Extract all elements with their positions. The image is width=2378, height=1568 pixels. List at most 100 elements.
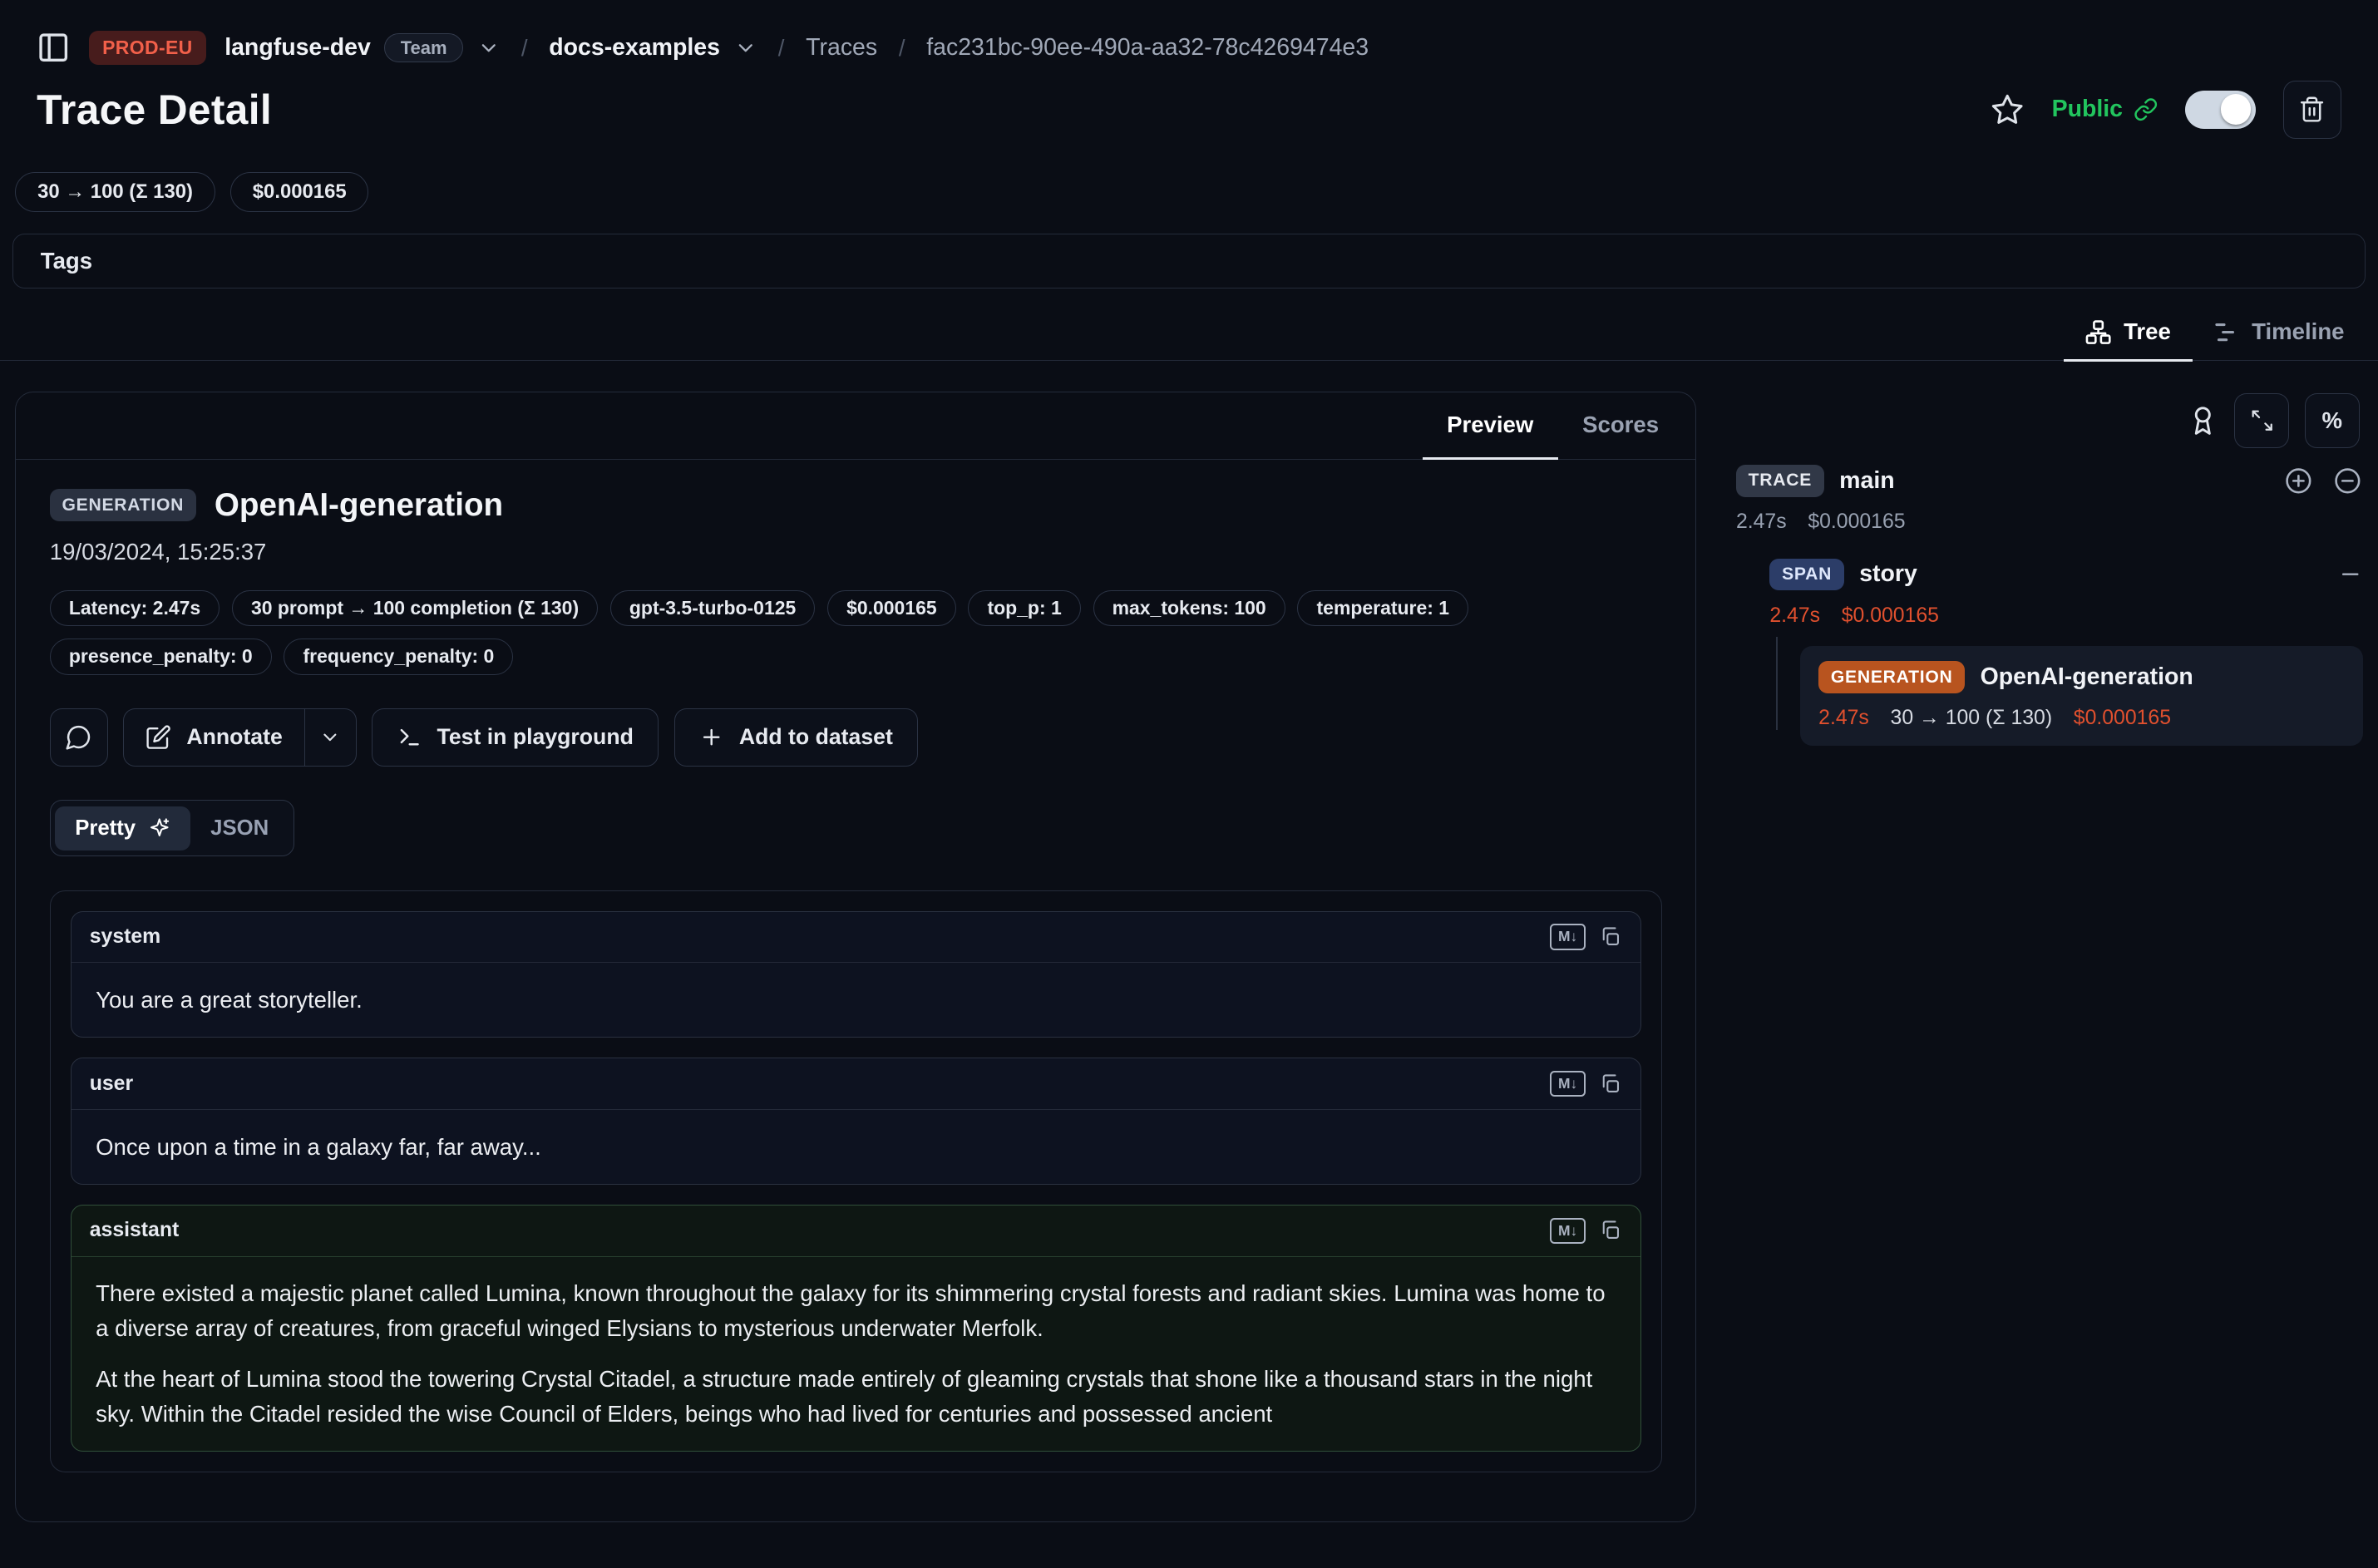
message-paragraph: Once upon a time in a galaxy far, far aw…: [96, 1130, 1616, 1164]
comment-icon: [65, 723, 92, 751]
message-role: assistant: [90, 1219, 180, 1242]
public-share-link[interactable]: Public: [2052, 96, 2158, 123]
copy-icon: [1599, 1219, 1622, 1242]
expand-all-button[interactable]: [2283, 466, 2314, 496]
message-content: You are a great storyteller.: [72, 963, 1640, 1037]
markdown-toggle-icon[interactable]: M↓: [1550, 1218, 1585, 1244]
tree-node-trace[interactable]: TRACE main: [1736, 465, 2363, 497]
tags-label: Tags: [41, 248, 92, 274]
trace-children: SPAN story 2.47s $0.000165: [1736, 559, 2363, 746]
annotate-button[interactable]: Annotate: [124, 709, 303, 766]
breadcrumb-traces-link[interactable]: Traces: [806, 34, 877, 62]
message-card-user: user M↓ Once upon a t: [71, 1058, 1641, 1185]
percent-icon: %: [2322, 407, 2343, 434]
org-name: langfuse-dev: [224, 34, 371, 62]
chevron-down-icon: [477, 37, 501, 60]
trace-metrics: 2.47s $0.000165: [1736, 510, 2363, 534]
message-header: assistant M↓: [72, 1206, 1640, 1257]
observation-timestamp: 19/03/2024, 15:25:37: [50, 539, 1662, 565]
collapse-all-button[interactable]: [2332, 466, 2363, 496]
sidebar-toggle-button[interactable]: [37, 31, 70, 64]
messages-container: system M↓ You are a g: [50, 890, 1662, 1472]
breadcrumb-trace-id: fac231bc-90ee-490a-aa32-78c4269474e3: [926, 34, 1369, 62]
copy-icon: [1599, 925, 1622, 949]
pen-square-icon: [146, 724, 171, 750]
trace-latency: 2.47s: [1736, 510, 1787, 534]
annotation-queue-button[interactable]: [2187, 404, 2219, 436]
star-trace-button[interactable]: [1991, 93, 2024, 126]
generation-badge: GENERATION: [1818, 661, 1965, 693]
expand-icon: [2250, 408, 2274, 432]
message-paragraph: At the heart of Lumina stood the towerin…: [96, 1362, 1616, 1431]
json-label: JSON: [210, 816, 269, 841]
link-icon: [2134, 97, 2158, 121]
presence-penalty-pill: presence_penalty: 0: [50, 639, 272, 675]
test-in-playground-button[interactable]: Test in playground: [372, 708, 659, 767]
comment-button[interactable]: [50, 708, 108, 767]
message-paragraph: You are a great storyteller.: [96, 983, 1616, 1017]
panel-body: GENERATION OpenAI-generation 19/03/2024,…: [16, 460, 1695, 1500]
cost-pill: $0.000165: [827, 590, 956, 627]
view-tabs: Tree Timeline: [0, 307, 2378, 361]
project-name: docs-examples: [549, 34, 720, 62]
message-role: system: [90, 925, 160, 949]
trace-tree-panel: % TRACE main: [1718, 392, 2363, 746]
tree-node-generation-selected[interactable]: GENERATION OpenAI-generation 2.47s 30 → …: [1800, 646, 2362, 746]
message-tools: M↓: [1550, 1071, 1621, 1097]
collapse-node-button[interactable]: [2338, 562, 2362, 586]
model-pill: gpt-3.5-turbo-0125: [610, 590, 815, 627]
expand-view-button[interactable]: [2234, 393, 2289, 448]
tab-scores[interactable]: Scores: [1558, 392, 1684, 461]
span-latency: 2.47s: [1769, 604, 1820, 628]
message-role: user: [90, 1072, 133, 1096]
span-children: GENERATION OpenAI-generation 2.47s 30 → …: [1769, 646, 2362, 746]
generation-tokens: 30 → 100 (Σ 130): [1891, 707, 2053, 730]
add-to-dataset-button[interactable]: Add to dataset: [674, 708, 919, 767]
markdown-toggle-icon[interactable]: M↓: [1550, 924, 1585, 949]
tree-guide-line: [1776, 637, 1778, 731]
format-pretty-segment[interactable]: Pretty: [55, 806, 190, 851]
tab-tree[interactable]: Tree: [2064, 307, 2192, 362]
token-usage-pill: 30 → 100 (Σ 130): [15, 172, 215, 212]
annotate-dropdown-button[interactable]: [304, 709, 356, 766]
breadcrumb-project-selector[interactable]: docs-examples: [549, 34, 757, 62]
minus-icon: [2338, 562, 2362, 586]
message-tools: M↓: [1550, 924, 1621, 949]
tab-preview[interactable]: Preview: [1423, 392, 1558, 461]
copy-button[interactable]: [1599, 1219, 1622, 1242]
tab-tree-label: Tree: [2124, 318, 2171, 345]
token-usage-pill: 30 prompt → 100 completion (Σ 130): [232, 590, 598, 627]
generation-cost: $0.000165: [2074, 707, 2171, 730]
tags-editor[interactable]: Tags: [12, 234, 2366, 288]
tab-preview-label: Preview: [1447, 412, 1533, 438]
copy-button[interactable]: [1599, 925, 1622, 949]
generation-latency: 2.47s: [1818, 707, 1869, 730]
span-cost: $0.000165: [1842, 604, 1939, 628]
tab-timeline[interactable]: Timeline: [2193, 307, 2366, 362]
message-card-system: system M↓ You are a g: [71, 911, 1641, 1038]
format-json-segment[interactable]: JSON: [190, 806, 289, 851]
breadcrumb-org-selector[interactable]: langfuse-dev Team: [224, 33, 500, 62]
percent-metrics-button[interactable]: %: [2305, 393, 2360, 448]
trace-summary-pills: 30 → 100 (Σ 130) $0.000165: [0, 172, 2378, 212]
timeline-icon: [2213, 319, 2239, 345]
top-p-pill: top_p: 1: [968, 590, 1080, 627]
environment-badge: PROD-EU: [89, 31, 207, 66]
observation-type-badge: GENERATION: [50, 489, 196, 521]
tree-node-span[interactable]: SPAN story: [1769, 559, 2362, 591]
observation-metrics-pills: Latency: 2.47s 30 prompt → 100 completio…: [50, 590, 1662, 627]
title-actions: Public: [1991, 81, 2341, 139]
markdown-toggle-icon[interactable]: M↓: [1550, 1071, 1585, 1097]
public-toggle[interactable]: [2185, 91, 2256, 129]
pretty-label: Pretty: [75, 816, 136, 841]
org-type-badge: Team: [384, 33, 463, 62]
copy-button[interactable]: [1599, 1072, 1622, 1096]
span-name: story: [1859, 560, 1917, 588]
playground-label: Test in playground: [437, 724, 634, 750]
generation-row: GENERATION OpenAI-generation: [1818, 661, 2344, 693]
minus-circle-icon: [2332, 466, 2363, 496]
annotate-label: Annotate: [186, 724, 282, 750]
delete-trace-button[interactable]: [2283, 81, 2341, 139]
message-paragraph: There existed a majestic planet called L…: [96, 1276, 1616, 1345]
sparkles-icon: [148, 816, 171, 840]
